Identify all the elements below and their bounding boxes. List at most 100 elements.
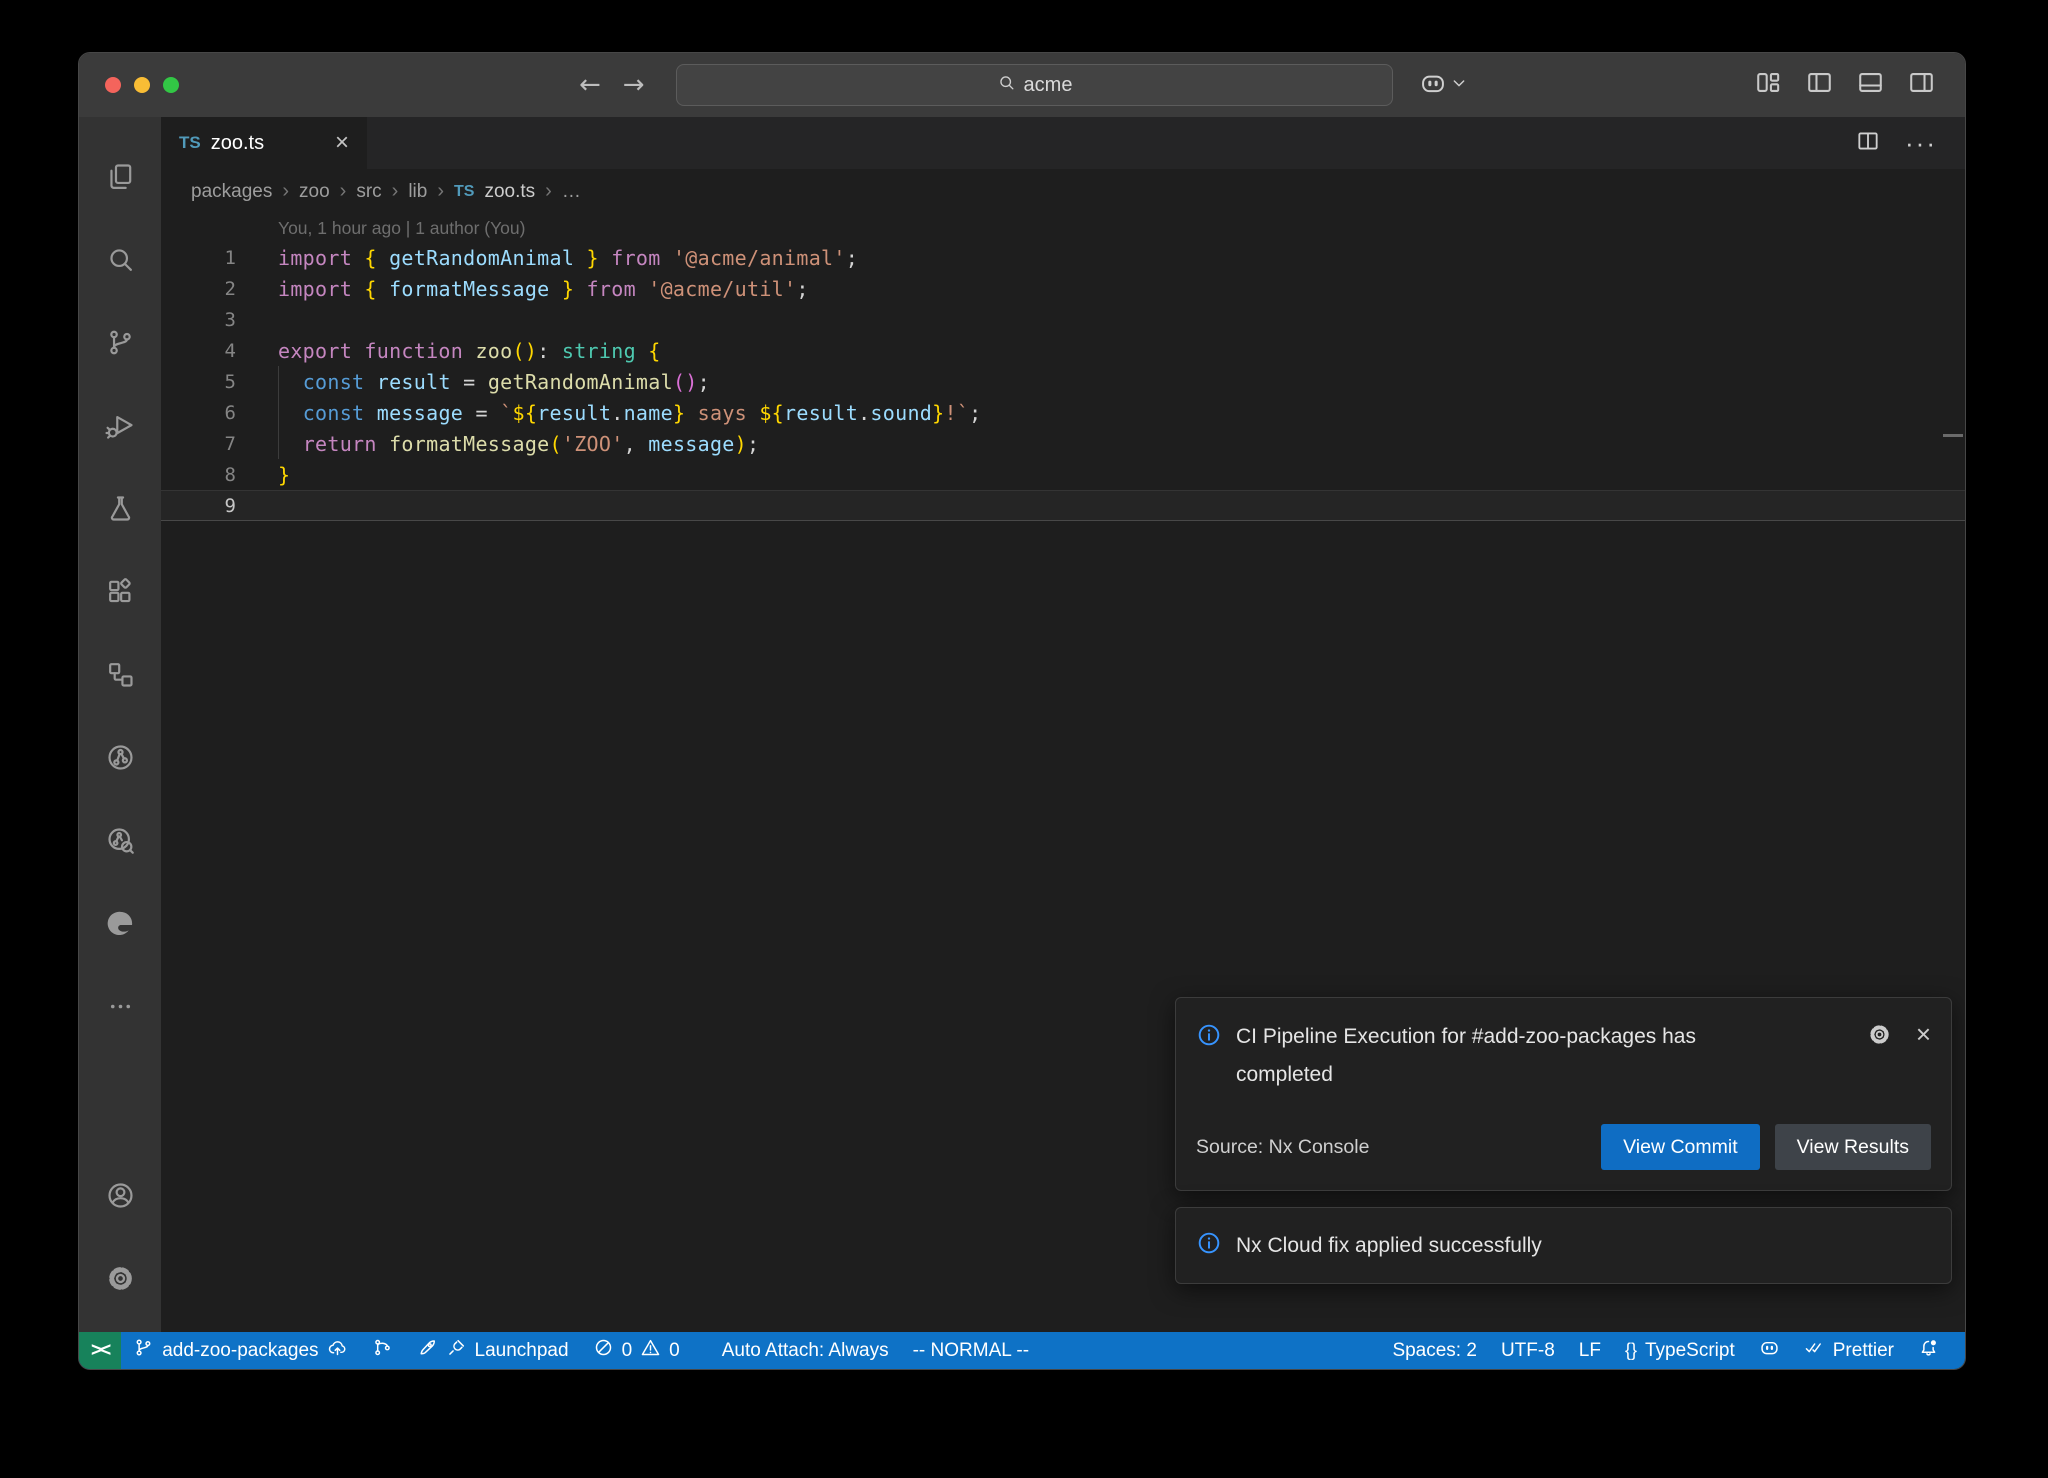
breadcrumb-item-file[interactable]: zoo.ts bbox=[484, 181, 535, 203]
split-editor-icon[interactable] bbox=[1855, 128, 1881, 159]
code-line-2[interactable]: 2import { formatMessage } from '@acme/ut… bbox=[161, 273, 1965, 304]
go-forward-button[interactable]: → bbox=[623, 70, 645, 100]
go-back-button[interactable]: ← bbox=[579, 70, 601, 100]
status-item-git-branch-status[interactable]: add-zoo-packages bbox=[121, 1332, 359, 1369]
title-bar: ← → acme bbox=[79, 53, 1965, 117]
status-text: 0 bbox=[669, 1340, 680, 1362]
activity-bar-item-source-control[interactable] bbox=[79, 303, 161, 386]
minimize-window-button[interactable] bbox=[134, 77, 150, 93]
plug-icon bbox=[446, 1337, 467, 1364]
code-text: const result = getRandomAnimal(); bbox=[236, 370, 710, 394]
status-item-copilot-status[interactable] bbox=[1747, 1332, 1792, 1369]
activity-bar bbox=[79, 117, 161, 1332]
code-line-5[interactable]: 5 const result = getRandomAnimal(); bbox=[161, 366, 1965, 397]
code-line-7[interactable]: 7 return formatMessage('ZOO', message); bbox=[161, 428, 1965, 459]
line-number: 8 bbox=[161, 464, 236, 486]
activity-bar-item-remote-explorer[interactable] bbox=[79, 635, 161, 718]
activity-bar-item-testing[interactable] bbox=[79, 469, 161, 552]
close-tab-icon[interactable]: × bbox=[335, 131, 349, 155]
code-line-4[interactable]: 4export function zoo(): string { bbox=[161, 335, 1965, 366]
status-item-notifications-bell[interactable] bbox=[1906, 1332, 1951, 1369]
status-item-encoding[interactable]: UTF-8 bbox=[1489, 1332, 1567, 1369]
copilot-menu[interactable] bbox=[1419, 53, 1467, 117]
toggle-panel-icon[interactable] bbox=[1856, 68, 1885, 102]
braces-icon: {} bbox=[1625, 1340, 1637, 1361]
activity-bar-item-nx-cloud[interactable] bbox=[79, 801, 161, 884]
activity-bar-item-extensions[interactable] bbox=[79, 552, 161, 635]
status-item-launchpad[interactable]: Launchpad bbox=[405, 1332, 581, 1369]
notification-message: CI Pipeline Execution for #add-zoo-packa… bbox=[1236, 1018, 1796, 1094]
breadcrumb-item[interactable]: src bbox=[356, 181, 381, 203]
breadcrumb-separator: › bbox=[437, 180, 444, 203]
code-line-1[interactable]: 1import { getRandomAnimal } from '@acme/… bbox=[161, 242, 1965, 273]
rocket-icon bbox=[417, 1337, 438, 1364]
status-text: -- NORMAL -- bbox=[913, 1340, 1029, 1362]
code-text: } bbox=[236, 463, 290, 487]
files-icon bbox=[105, 161, 136, 197]
status-item-indentation[interactable]: Spaces: 2 bbox=[1380, 1332, 1489, 1369]
activity-bar-item-settings[interactable] bbox=[79, 1239, 161, 1322]
line-number: 3 bbox=[161, 309, 236, 331]
error-icon bbox=[593, 1337, 614, 1364]
command-center-text: acme bbox=[1024, 74, 1073, 97]
copilot-icon bbox=[1759, 1337, 1780, 1364]
activity-bar-item-explorer[interactable] bbox=[79, 137, 161, 220]
status-item-auto-attach[interactable]: Auto Attach: Always bbox=[710, 1332, 901, 1369]
code-line-3[interactable]: 3 bbox=[161, 304, 1965, 335]
status-item-language-mode[interactable]: {}TypeScript bbox=[1613, 1332, 1747, 1369]
beaker-icon bbox=[105, 493, 136, 529]
code-text: import { getRandomAnimal } from '@acme/a… bbox=[236, 246, 858, 270]
line-number: 6 bbox=[161, 402, 236, 424]
line-number: 4 bbox=[161, 340, 236, 362]
notification-close-icon[interactable]: × bbox=[1916, 1022, 1931, 1047]
code-line-9[interactable]: 9 bbox=[161, 490, 1965, 521]
debug-icon bbox=[105, 410, 136, 446]
activity-bar-item-accounts[interactable] bbox=[79, 1156, 161, 1239]
line-number: 7 bbox=[161, 433, 236, 455]
activity-bar-item-edge-browser[interactable] bbox=[79, 884, 161, 967]
status-text: 0 bbox=[622, 1340, 633, 1362]
cloud-upload-icon bbox=[327, 1337, 348, 1364]
info-icon bbox=[1196, 1018, 1222, 1094]
line-number: 5 bbox=[161, 371, 236, 393]
breadcrumb-item[interactable]: lib bbox=[408, 181, 427, 203]
overview-ruler-cursor bbox=[1943, 434, 1963, 437]
typescript-file-icon: TS bbox=[179, 133, 201, 153]
status-item-eol[interactable]: LF bbox=[1567, 1332, 1613, 1369]
status-item-remote-indicator[interactable]: >< bbox=[79, 1332, 121, 1369]
more-actions-icon[interactable]: ··· bbox=[1905, 128, 1937, 159]
code-text: export function zoo(): string { bbox=[236, 339, 661, 363]
tab-bar: TS zoo.ts × ··· bbox=[161, 117, 1965, 169]
breadcrumb-item[interactable]: packages bbox=[191, 181, 272, 203]
customize-layout-icon[interactable] bbox=[1754, 68, 1783, 102]
view-results-button[interactable]: View Results bbox=[1775, 1124, 1931, 1170]
activity-bar-item-more-views[interactable] bbox=[79, 967, 161, 1050]
copilot-icon bbox=[1419, 69, 1447, 102]
breadcrumb-symbol-ellipsis[interactable]: … bbox=[562, 181, 581, 203]
breadcrumb-item[interactable]: zoo bbox=[299, 181, 330, 203]
notification-message: Nx Cloud fix applied successfully bbox=[1236, 1233, 1542, 1259]
notification-settings-gear-icon[interactable] bbox=[1867, 1022, 1892, 1052]
toggle-primary-sidebar-icon[interactable] bbox=[1805, 68, 1834, 102]
tab-zoo-ts[interactable]: TS zoo.ts × bbox=[161, 117, 367, 169]
activity-bar-item-search[interactable] bbox=[79, 220, 161, 303]
status-item-git-graph[interactable] bbox=[360, 1332, 405, 1369]
status-item-problems[interactable]: 00 bbox=[581, 1332, 692, 1369]
git-branch-icon bbox=[133, 1337, 154, 1364]
chevron-down-icon bbox=[1451, 75, 1467, 96]
status-item-formatter-prettier[interactable]: Prettier bbox=[1792, 1332, 1906, 1369]
close-window-button[interactable] bbox=[105, 77, 121, 93]
line-number: 1 bbox=[161, 247, 236, 269]
activity-bar-item-nx-console[interactable] bbox=[79, 718, 161, 801]
breadcrumb: packages›zoo›src›lib›TSzoo.ts›… bbox=[161, 169, 1965, 214]
status-bar: ><add-zoo-packagesLaunchpad00Auto Attach… bbox=[79, 1332, 1965, 1369]
activity-bar-item-run-and-debug[interactable] bbox=[79, 386, 161, 469]
code-line-8[interactable]: 8} bbox=[161, 459, 1965, 490]
toggle-secondary-sidebar-icon[interactable] bbox=[1907, 68, 1936, 102]
zoom-window-button[interactable] bbox=[163, 77, 179, 93]
account-icon bbox=[105, 1180, 136, 1216]
command-center-search[interactable]: acme bbox=[676, 64, 1393, 106]
status-item-vim-mode[interactable]: -- NORMAL -- bbox=[901, 1332, 1041, 1369]
code-line-6[interactable]: 6 const message = `${result.name} says $… bbox=[161, 397, 1965, 428]
view-commit-button[interactable]: View Commit bbox=[1601, 1124, 1760, 1170]
